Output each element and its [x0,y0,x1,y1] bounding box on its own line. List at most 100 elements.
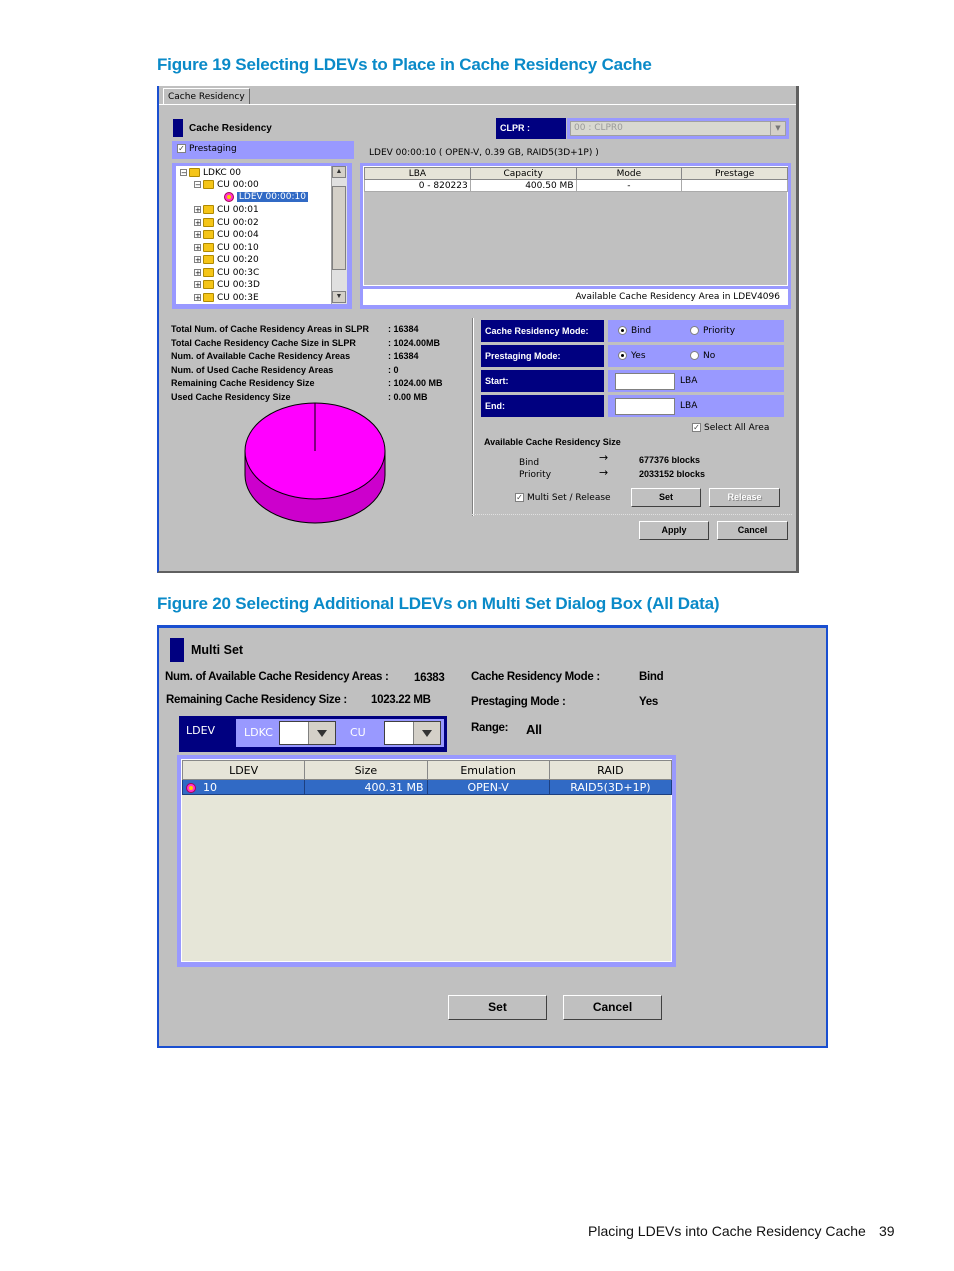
tree-node-ldev-selected[interactable]: LDEV 00:00:10 [224,191,308,203]
expand-icon[interactable]: + [194,231,201,239]
available-priority-value: 2033152 blocks [639,469,706,479]
radio-yes[interactable]: Yes [618,351,646,361]
radio-priority[interactable]: Priority [690,326,735,336]
set-button[interactable]: Set [448,995,547,1020]
expand-icon[interactable]: + [194,269,201,277]
collapse-icon[interactable]: − [180,169,187,177]
num-available-value: 16383 [414,672,445,684]
radio-label: Priority [703,326,736,336]
multi-set-checkbox[interactable]: ✓ Multi Set / Release [515,493,611,503]
tree-node-cu[interactable]: − CU 00:00 [194,179,259,191]
stats-labels: Total Num. of Cache Residency Areas in S… [171,323,369,404]
column-header-capacity[interactable]: Capacity [469,167,577,180]
ldev-table-frame: LDEV Size Emulation RAID 10 400.31 MB OP… [177,755,676,967]
cancel-button[interactable]: Cancel [563,995,662,1020]
radio-label: Yes [631,351,646,361]
checkbox-checked-icon: ✓ [692,423,701,432]
scroll-down-icon[interactable]: ▼ [332,291,346,303]
tree-node-cu[interactable]: + CU 00:3D [194,279,260,291]
cu-select[interactable]: 00 [384,721,441,745]
cache-mode-value: Bind [639,671,664,683]
start-unit: LBA [680,376,698,386]
column-header-raid[interactable]: RAID [548,760,673,780]
stat-label: Total Cache Residency Cache Size in SLPR [171,337,356,348]
ldkc-select[interactable]: 00 [279,721,336,745]
folder-open-icon [203,180,214,189]
tree-node-cu[interactable]: + CU 00:01 [194,204,259,216]
column-header-ldev[interactable]: LDEV [181,760,306,780]
cache-mode-radio-group: Bind Priority [608,320,784,342]
tree-node-cu[interactable]: + CU 00:20 [194,254,259,266]
available-priority-label: Priority [519,470,552,480]
collapse-icon[interactable]: − [194,181,201,189]
form-divider [472,514,792,516]
scroll-up-icon[interactable]: ▲ [332,166,346,178]
available-area-footer: Available Cache Residency Area in LDEV40… [363,289,788,305]
chevron-down-icon[interactable] [308,722,335,744]
radio-label: No [703,351,716,361]
stat-label: Num. of Available Cache Residency Areas [171,351,351,361]
ldev-filter-bar: LDEV LDKC 00 CU 00 [179,716,447,752]
stat-value: : 1024.00MB [388,337,441,348]
radio-unselected-icon [690,326,699,335]
apply-button[interactable]: Apply [639,521,709,540]
table-row-selected[interactable]: 10 400.31 MB OPEN-V RAID5(3D+1P) [181,779,673,795]
ldev-disk-icon [186,782,196,793]
column-header-emulation[interactable]: Emulation [426,760,550,780]
clpr-select[interactable]: 00 : CLPR0 ▼ [570,121,786,136]
tree-scrollbar[interactable]: ▲ ▼ [331,166,347,304]
radio-bind[interactable]: Bind [618,326,651,336]
remaining-value: 1023.22 MB [371,694,431,706]
expand-icon[interactable]: + [194,206,201,214]
available-size-labels: Bind Priority [519,457,551,481]
cell-ldev-text: 10 [203,780,217,794]
tree-node-label: CU 00:3C [217,268,260,278]
chevron-down-icon[interactable] [413,722,440,744]
column-header-lba[interactable]: LBA [364,167,471,180]
start-lba-input[interactable] [615,373,675,390]
end-lba-input[interactable] [615,398,675,415]
stats-values: : 16384 : 1024.00MB : 16384 : 0 : 1024.0… [388,323,443,404]
stat-value: : 0.00 MB [388,391,428,402]
tree-node-cu[interactable]: + CU 00:3E [194,292,259,304]
section-marker [170,638,184,662]
tab-cache-residency[interactable]: Cache Residency [163,88,250,105]
available-size-values: 677376 blocks 2033152 blocks [639,453,705,481]
cache-mode-label: Cache Residency Mode : [471,671,600,683]
radio-no[interactable]: No [690,351,715,361]
cancel-button[interactable]: Cancel [717,521,788,540]
expand-icon[interactable]: + [194,294,201,302]
cache-usage-pie-chart [244,402,386,524]
prestaging-bar: ✓ Prestaging [172,141,354,159]
tree-node-label: CU 00:3E [217,293,259,303]
scroll-thumb[interactable] [332,186,346,270]
checkbox-checked-icon: ✓ [177,144,186,153]
ldev-disk-icon [224,191,234,202]
column-header-mode[interactable]: Mode [575,167,683,180]
expand-icon[interactable]: + [194,281,201,289]
prestaging-checkbox[interactable]: ✓ Prestaging [177,144,237,154]
stat-value: : 16384 [388,324,419,334]
select-all-area-checkbox[interactable]: ✓ Select All Area [692,423,769,433]
clpr-select-frame: 00 : CLPR0 ▼ [567,118,789,139]
set-button[interactable]: Set [631,488,701,507]
tree-node-cu[interactable]: + CU 00:02 [194,217,259,229]
range-value: All [526,722,542,737]
expand-icon[interactable]: + [194,244,201,252]
release-button[interactable]: Release [709,488,780,507]
prestaging-mode-label: Prestaging Mode: [481,345,604,367]
tree-node-label: CU 00:02 [217,218,259,228]
tree-node-ldkc[interactable]: − LDKC 00 [180,167,241,179]
chevron-down-icon[interactable]: ▼ [770,122,785,135]
multi-set-dialog: Multi Set Num. of Available Cache Reside… [157,625,828,1048]
ldev-tree[interactable]: − LDKC 00 − CU 00:00 LDEV 00:00:10 + CU 00:… [176,166,347,304]
stat-value: : 0 [388,364,399,375]
expand-icon[interactable]: + [194,256,201,264]
column-header-size[interactable]: Size [304,760,428,780]
expand-icon[interactable]: + [194,219,201,227]
tree-node-cu[interactable]: + CU 00:3C [194,267,259,279]
table-row[interactable]: 0 - 820223 400.50 MB - [364,179,788,192]
column-header-prestage[interactable]: Prestage [681,167,788,180]
tree-node-cu[interactable]: + CU 00:04 [194,229,259,241]
tree-node-cu[interactable]: + CU 00:10 [194,242,259,254]
